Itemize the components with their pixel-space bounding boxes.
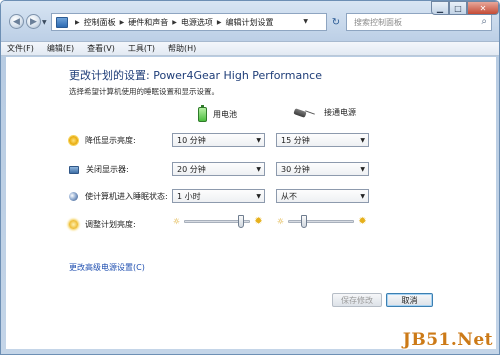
dim-display-battery-select[interactable]: 10 分钟 ▼ xyxy=(172,133,265,147)
turn-off-display-plugged-value: 30 分钟 xyxy=(281,164,310,174)
menu-edit[interactable]: 编辑(E) xyxy=(47,43,74,54)
power-plug-icon xyxy=(294,109,316,117)
sleep-battery-select[interactable]: 1 小时 ▼ xyxy=(172,189,265,203)
chevron-down-icon: ▼ xyxy=(256,166,261,173)
address-dropdown-icon[interactable]: ▼ xyxy=(303,18,308,25)
chevron-down-icon: ▼ xyxy=(360,137,365,144)
breadcrumb-separator-icon[interactable]: ▶ xyxy=(120,19,125,26)
close-button[interactable]: ✕ xyxy=(467,1,499,15)
menu-view[interactable]: 查看(V) xyxy=(87,43,115,54)
battery-icon xyxy=(198,105,207,122)
search-icon[interactable]: ⌕ xyxy=(481,16,487,27)
cancel-button[interactable]: 取消 xyxy=(386,293,433,307)
advanced-power-settings-link[interactable]: 更改高级电源设置(C) xyxy=(69,262,145,273)
chevron-down-icon: ▼ xyxy=(256,137,261,144)
breadcrumb-power-options[interactable]: 电源选项 xyxy=(181,17,213,28)
column-header-battery: 用电池 xyxy=(198,105,237,122)
column-label-plugged-in: 接通电源 xyxy=(324,108,356,117)
menu-file[interactable]: 文件(F) xyxy=(7,43,34,54)
setting-row-sleep: 使计算机进入睡眠状态: xyxy=(69,191,168,202)
window-controls: ▁ □ ✕ xyxy=(431,1,499,15)
sleep-plugged-select[interactable]: 从不 ▼ xyxy=(276,189,369,203)
column-header-plugged-in: 接通电源 xyxy=(294,107,356,118)
turn-off-display-battery-select[interactable]: 20 分钟 ▼ xyxy=(172,162,265,176)
breadcrumb: ▶ 控制面板 ▶ 硬件和声音 ▶ 电源选项 ▶ 编辑计划设置 xyxy=(71,17,274,28)
setting-row-dim-display: 降低显示亮度: xyxy=(69,135,136,146)
turn-off-display-plugged-select[interactable]: 30 分钟 ▼ xyxy=(276,162,369,176)
menu-help[interactable]: 帮助(H) xyxy=(168,43,196,54)
breadcrumb-hardware-sound[interactable]: 硬件和声音 xyxy=(128,17,168,28)
page-subtitle: 选择希望计算机使用的睡眠设置和显示设置。 xyxy=(69,87,219,96)
search-input[interactable]: 搜索控制面板 ⌕ xyxy=(346,13,492,31)
setting-label-brightness: 调整计划亮度: xyxy=(85,220,136,229)
page-title: 更改计划的设置: Power4Gear High Performance xyxy=(69,69,322,82)
save-button[interactable]: 保存修改 xyxy=(332,293,382,307)
menubar: 文件(F) 编辑(E) 查看(V) 工具(T) 帮助(H) xyxy=(1,41,499,56)
window: ◀ ▶ ▼ ▶ 控制面板 ▶ 硬件和声音 ▶ 电源选项 ▶ 编辑计划设置 ▼ ↻… xyxy=(0,0,500,355)
main-content: 更改计划的设置: Power4Gear High Performance 选择希… xyxy=(6,57,496,349)
control-panel-icon xyxy=(56,16,68,28)
brightness-low-icon: ☼ xyxy=(276,216,285,226)
moon-icon xyxy=(69,192,78,201)
search-placeholder: 搜索控制面板 xyxy=(354,17,402,27)
chevron-down-icon: ▼ xyxy=(360,193,365,200)
setting-label-sleep: 使计算机进入睡眠状态: xyxy=(85,192,168,201)
brightness-battery-slider-thumb[interactable] xyxy=(238,214,244,228)
chevron-down-icon: ▼ xyxy=(360,166,365,173)
brightness-high-icon: ✹ xyxy=(254,215,263,227)
menu-tools[interactable]: 工具(T) xyxy=(128,43,155,54)
dim-display-plugged-select[interactable]: 15 分钟 ▼ xyxy=(276,133,369,147)
brightness-high-icon: ✹ xyxy=(358,215,367,227)
refresh-icon[interactable]: ↻ xyxy=(329,14,343,30)
brightness-plugged-slider-group: ☼ ✹ xyxy=(276,214,368,228)
forward-button[interactable]: ▶ xyxy=(26,14,41,29)
minimize-button[interactable]: ▁ xyxy=(431,1,449,15)
address-bar-area: ◀ ▶ ▼ ▶ 控制面板 ▶ 硬件和声音 ▶ 电源选项 ▶ 编辑计划设置 ▼ ↻… xyxy=(1,1,499,41)
address-field[interactable]: ▶ 控制面板 ▶ 硬件和声音 ▶ 电源选项 ▶ 编辑计划设置 ▼ xyxy=(51,13,327,31)
setting-row-brightness: 调整计划亮度: xyxy=(69,219,136,230)
brightness-plugged-slider[interactable] xyxy=(288,214,354,228)
monitor-icon xyxy=(69,165,79,174)
brightness-icon xyxy=(69,220,78,229)
turn-off-display-battery-value: 20 分钟 xyxy=(177,164,206,174)
column-label-battery: 用电池 xyxy=(213,110,237,119)
brightness-battery-slider-group: ☼ ✹ xyxy=(172,214,264,228)
brightness-plugged-slider-thumb[interactable] xyxy=(301,214,307,228)
maximize-button[interactable]: □ xyxy=(449,1,467,15)
recent-pages-dropdown-icon[interactable]: ▼ xyxy=(42,19,47,26)
back-button[interactable]: ◀ xyxy=(9,14,24,29)
breadcrumb-separator-icon[interactable]: ▶ xyxy=(172,19,177,26)
sun-icon xyxy=(69,136,78,145)
sleep-plugged-value: 从不 xyxy=(281,191,297,201)
breadcrumb-separator-icon[interactable]: ▶ xyxy=(217,19,222,26)
dim-display-battery-value: 10 分钟 xyxy=(177,135,206,145)
watermark-logo: JB51.Net xyxy=(402,330,493,350)
breadcrumb-separator-icon[interactable]: ▶ xyxy=(75,19,80,26)
setting-label-dim-display: 降低显示亮度: xyxy=(85,136,136,145)
breadcrumb-edit-plan[interactable]: 编辑计划设置 xyxy=(226,17,274,28)
setting-label-turn-off-display: 关闭显示器: xyxy=(86,165,129,174)
brightness-battery-slider[interactable] xyxy=(184,214,250,228)
sleep-battery-value: 1 小时 xyxy=(177,191,201,201)
breadcrumb-control-panel[interactable]: 控制面板 xyxy=(84,17,116,28)
dim-display-plugged-value: 15 分钟 xyxy=(281,135,310,145)
chevron-down-icon: ▼ xyxy=(256,193,261,200)
brightness-low-icon: ☼ xyxy=(172,216,181,226)
setting-row-turn-off-display: 关闭显示器: xyxy=(69,164,129,175)
